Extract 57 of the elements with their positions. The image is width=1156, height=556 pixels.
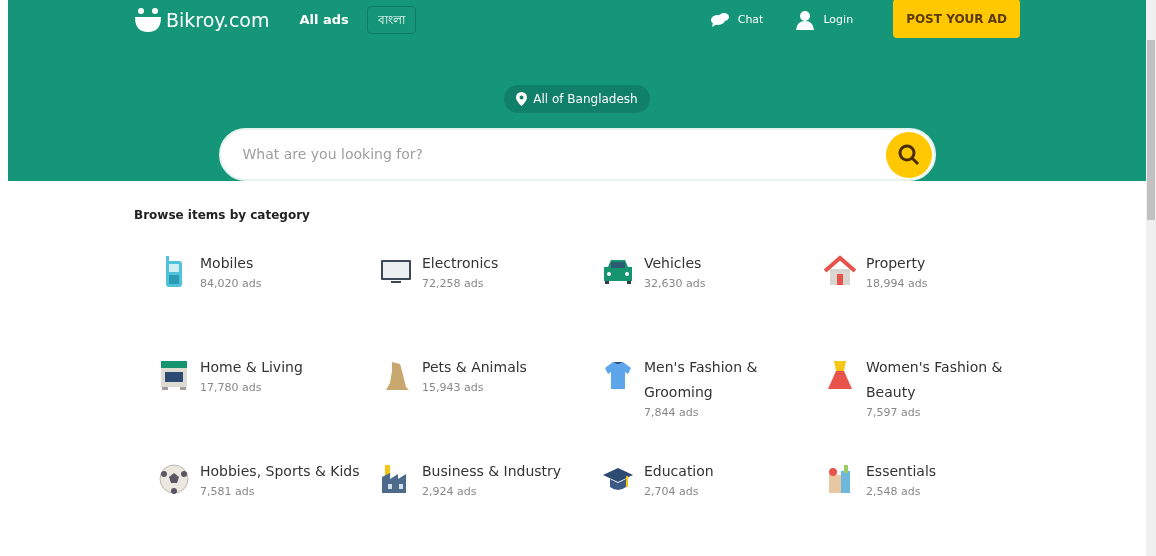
- location-label: All of Bangladesh: [533, 91, 638, 108]
- category-name: Vehicles: [644, 254, 703, 273]
- category-name: Property: [866, 254, 927, 273]
- chat-link[interactable]: Chat: [737, 11, 764, 29]
- map-pin-icon: [516, 92, 528, 106]
- category-item[interactable]: Property 18,994 ads: [824, 251, 1046, 355]
- category-item[interactable]: Home & Living 17,780 ads: [158, 355, 380, 459]
- category-name: Electronics: [422, 254, 500, 273]
- category-item[interactable]: Pets & Animals 15,943 ads: [380, 355, 602, 459]
- ad-count: 2,704 ads: [644, 484, 700, 500]
- location-chip[interactable]: All of Bangladesh: [504, 85, 650, 113]
- category-name: Hobbies, Sports & Kids: [200, 462, 361, 481]
- ad-count: 7,844 ads: [644, 405, 700, 421]
- section-title: Browse items by category: [134, 207, 311, 224]
- category-name: Essentials: [866, 462, 938, 481]
- ad-count: 17,780 ads: [200, 380, 263, 396]
- ad-count: 15,943 ads: [422, 380, 485, 396]
- site-logo[interactable]: Bikroy.com: [166, 10, 270, 30]
- ad-count: 32,630 ads: [644, 276, 707, 292]
- user-icon: [795, 10, 816, 30]
- language-button[interactable]: বাংলা: [366, 6, 416, 34]
- all-ads-link[interactable]: All ads: [299, 10, 349, 30]
- search-button[interactable]: [885, 131, 932, 178]
- category-item[interactable]: Vehicles 32,630 ads: [602, 251, 824, 355]
- category-item[interactable]: Electronics 72,258 ads: [380, 251, 602, 355]
- category-item[interactable]: Men's Fashion & Grooming 7,844 ads: [602, 355, 824, 459]
- search-icon: [897, 143, 920, 166]
- football-icon: [158, 463, 190, 495]
- category-name: Mobiles: [200, 254, 255, 273]
- post-ad-button[interactable]: POST YOUR AD: [893, 0, 1020, 38]
- ad-count: 7,597 ads: [866, 405, 922, 421]
- category-item[interactable]: Hobbies, Sports & Kids 7,581 ads: [158, 459, 380, 556]
- ad-count: 72,258 ads: [422, 276, 485, 292]
- search-input[interactable]: What are you looking for?: [242, 144, 886, 165]
- category-item[interactable]: Mobiles 84,020 ads: [158, 251, 380, 355]
- category-item[interactable]: Women's Fashion & Beauty 7,597 ads: [824, 355, 1046, 459]
- login-link[interactable]: Login: [823, 11, 854, 29]
- category-name: Women's Fashion & Beauty: [866, 358, 1004, 402]
- category-item[interactable]: Business & Industry 2,924 ads: [380, 459, 602, 556]
- ad-count: 2,924 ads: [422, 484, 478, 500]
- ad-count: 7,581 ads: [200, 484, 256, 500]
- category-item[interactable]: Education 2,704 ads: [602, 459, 824, 556]
- house-icon: [824, 255, 856, 287]
- ad-count: 84,020 ads: [200, 276, 263, 292]
- smiley-logo-icon: [134, 7, 162, 33]
- category-name: Pets & Animals: [422, 358, 528, 377]
- category-name: Business & Industry: [422, 462, 563, 481]
- chat-icon: [709, 12, 730, 28]
- ad-count: 18,994 ads: [866, 276, 929, 292]
- category-name: Men's Fashion & Grooming: [644, 358, 759, 402]
- category-name: Home & Living: [200, 358, 304, 377]
- category-item[interactable]: Essentials 2,548 ads: [824, 459, 1046, 556]
- category-name: Education: [644, 462, 715, 481]
- t-shirt-icon: [602, 359, 634, 391]
- search-field[interactable]: What are you looking for?: [218, 128, 936, 181]
- oven-icon: [158, 359, 190, 391]
- ad-count: 2,548 ads: [866, 484, 922, 500]
